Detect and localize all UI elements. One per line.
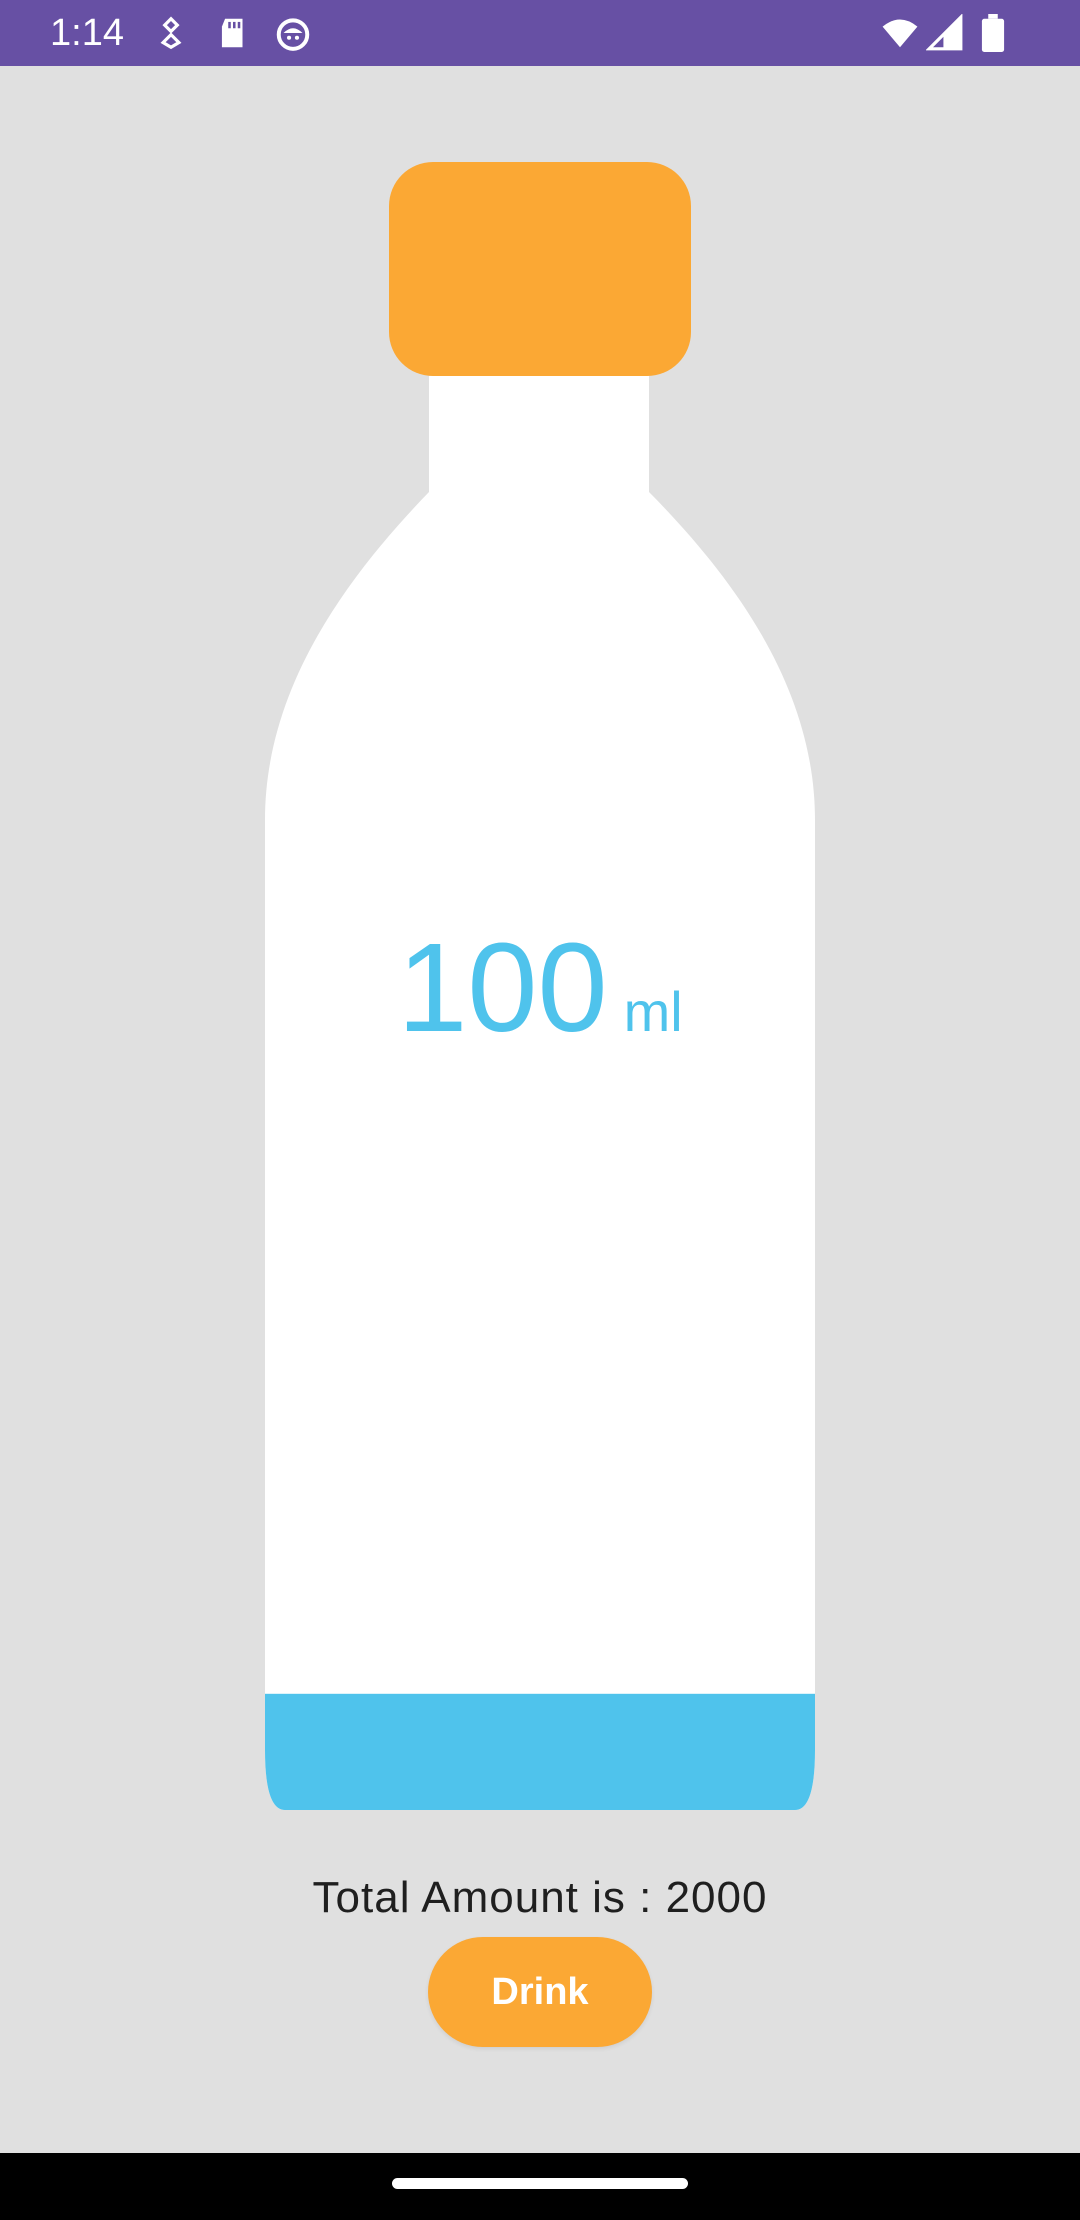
water-level [265,1693,815,1810]
bottle-cap [389,162,691,376]
home-gesture-handle[interactable] [392,2178,688,2189]
amount-readout: 100 ml [0,918,1080,1058]
amount-unit: ml [623,980,683,1043]
total-amount-text: Total Amount is : 2000 [312,1873,768,1922]
navigation-bar [0,2153,1080,2220]
amount-value: 100 [397,917,608,1058]
bottle-body [265,376,815,1810]
drink-button[interactable]: Drink [428,1937,652,2047]
